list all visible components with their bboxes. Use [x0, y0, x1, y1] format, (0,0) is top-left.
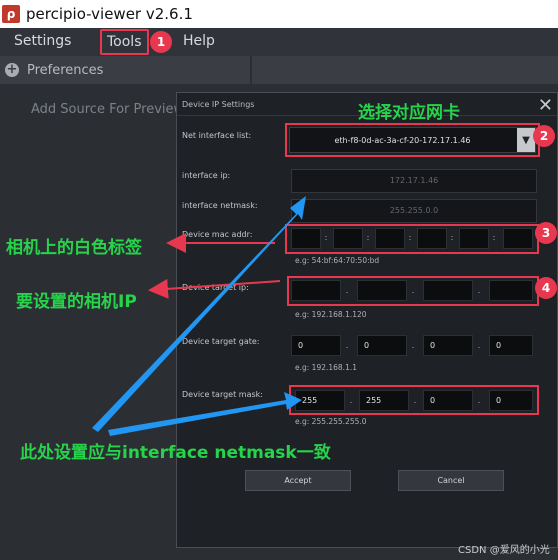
blue-arrow-mask-field: [108, 392, 302, 436]
annotation-select-nic: 选择对应网卡: [358, 103, 460, 123]
watermark: CSDN @爱风的小光: [458, 545, 550, 556]
badge-4: 4: [535, 277, 557, 299]
annotation-netmask-note: 此处设置应与interface netmask一致: [20, 443, 331, 463]
badge-3: 3: [535, 222, 557, 244]
annotation-camera-label: 相机上的白色标签: [6, 238, 142, 258]
annotation-arrows: [92, 196, 306, 436]
annotation-camera-ip: 要设置的相机IP: [16, 292, 137, 312]
arrow-to-target-ip: [148, 278, 281, 299]
badge-2: 2: [533, 125, 555, 147]
badge-1: 1: [150, 31, 172, 53]
blue-arrow-netmask: [92, 196, 306, 432]
